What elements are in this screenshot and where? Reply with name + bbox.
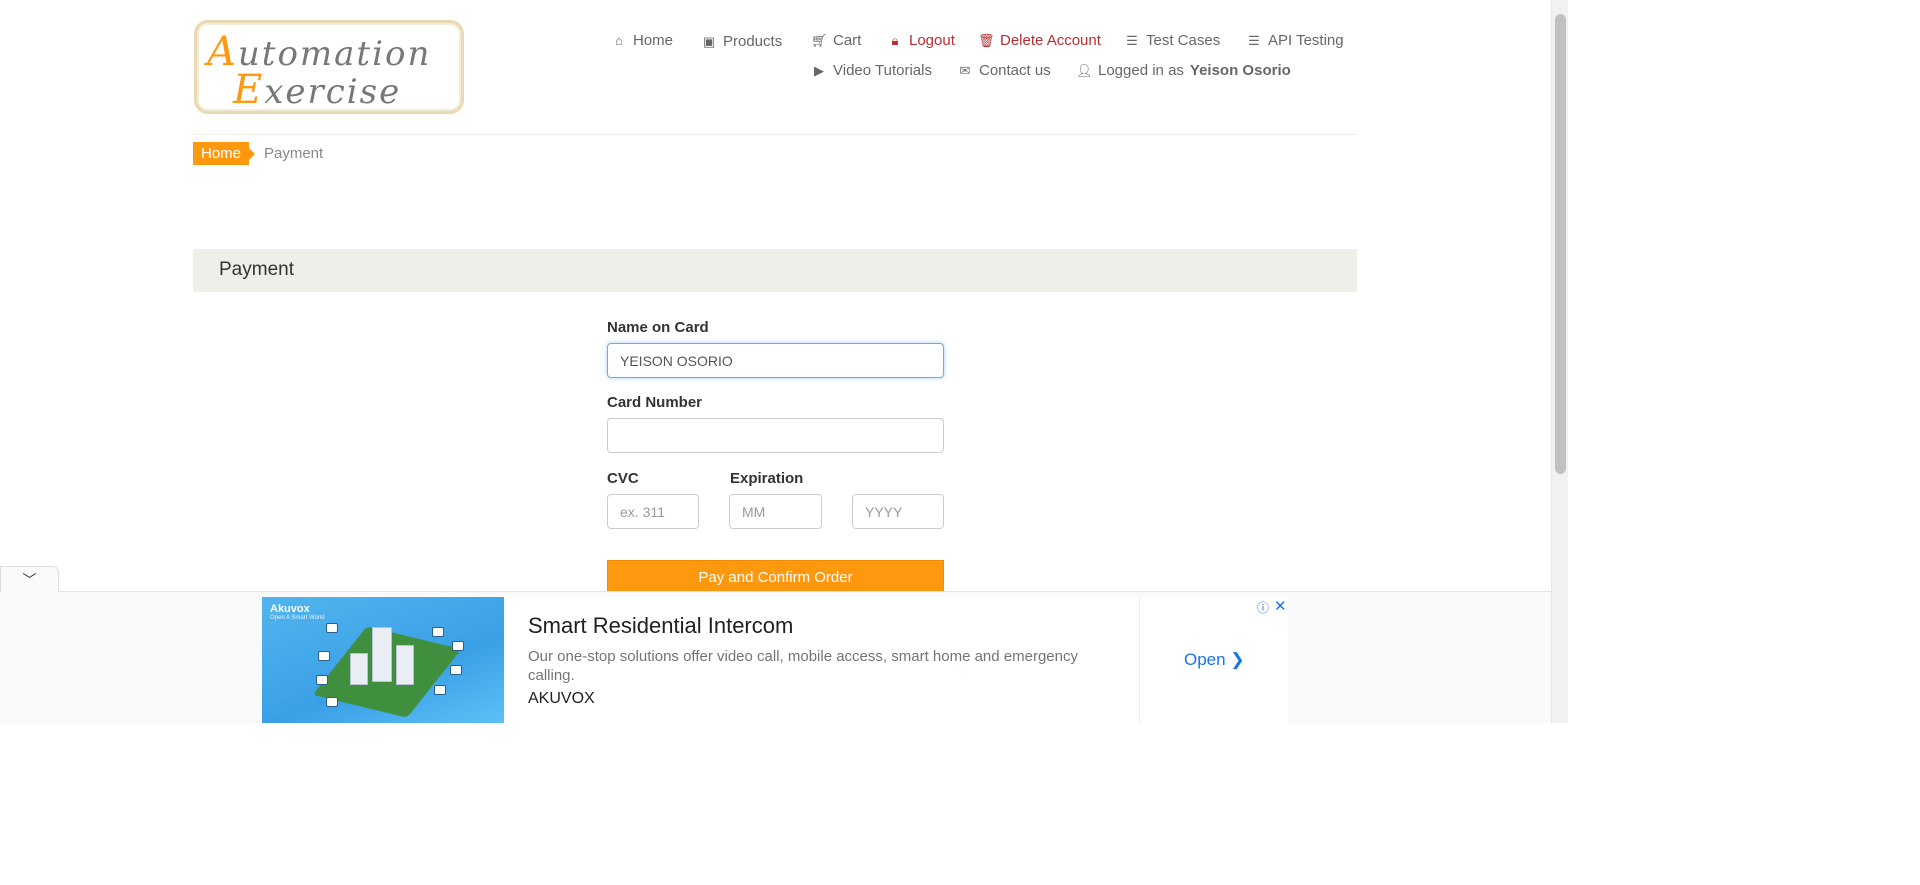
ad-device-icon (452, 641, 464, 651)
card-number-label: Card Number (607, 394, 703, 411)
ad-brand: Akuvox (270, 603, 310, 615)
ad-info-icon[interactable]: ⓘ (1257, 599, 1269, 616)
nav-test-cases[interactable]: ☰ Test Cases (1124, 32, 1220, 49)
ad-device-icon (434, 685, 446, 695)
ad-text-panel[interactable]: Smart Residential Intercom Our one-stop … (504, 597, 1139, 723)
expiry-year-input[interactable] (852, 494, 944, 529)
expiry-month-input[interactable] (729, 494, 822, 529)
home-icon: ⌂ (615, 33, 623, 48)
logged-in-status: 👤︎ Logged in as Yeison Osorio (1076, 62, 1291, 79)
ad-open-button[interactable]: Open ❯ (1184, 650, 1245, 670)
scrollbar-thumb[interactable] (1555, 14, 1566, 474)
ad-brand-tagline: Open A Smart World (270, 615, 325, 621)
breadcrumb-home[interactable]: Home (193, 142, 256, 165)
youtube-icon: ▶ (814, 62, 824, 78)
header-divider (193, 134, 1357, 135)
card-number-input[interactable] (607, 418, 944, 453)
page-scrollbar[interactable] (1551, 0, 1568, 723)
ad-device-icon (450, 665, 462, 675)
trash-icon: 🗑︎ (978, 32, 995, 48)
ad-image[interactable]: Akuvox Open A Smart World (262, 597, 504, 723)
nav-video-tutorials[interactable]: ▶ Video Tutorials (811, 62, 932, 79)
nav-contact-us[interactable]: ✉ Contact us (957, 62, 1051, 79)
nav-home[interactable]: ⌂ Home (611, 32, 673, 49)
nav-api-testing[interactable]: ☰ API Testing (1246, 32, 1343, 49)
cvc-label: CVC (607, 470, 639, 487)
site-logo[interactable]: Automation Exercise (194, 20, 464, 114)
pay-and-confirm-button[interactable]: Pay and Confirm Order (607, 560, 944, 594)
ad-advertiser: AKUVOX (528, 690, 595, 707)
ad-building (350, 653, 368, 685)
nav-logout[interactable]: 🔒︎ Logout (887, 32, 955, 49)
ad-device-icon (318, 651, 330, 661)
name-on-card-input[interactable] (607, 343, 944, 378)
ad-collapse-toggle[interactable]: ﹀ (0, 566, 59, 592)
nav-products[interactable]: ▣ Products (701, 33, 782, 50)
page-title: Payment (219, 259, 294, 280)
ad-device-icon (326, 697, 338, 707)
ad-device-icon (432, 627, 444, 637)
ad-description: Our one-stop solutions offer video call,… (528, 648, 1078, 684)
lock-icon: 🔒︎ (891, 32, 899, 48)
envelope-icon: ✉ (959, 62, 971, 78)
list-icon: ☰ (1248, 32, 1260, 48)
logged-in-username: Yeison Osorio (1189, 62, 1291, 79)
logo-line-2: Exercise (233, 67, 402, 113)
chevron-right-icon: ❯ (1230, 650, 1245, 669)
nav-cart[interactable]: 🛒︎ Cart (811, 32, 861, 49)
briefcase-icon: ▣ (702, 33, 716, 49)
user-icon: 👤︎ (1076, 62, 1093, 78)
ad-building (396, 645, 414, 685)
ad-device-icon (316, 675, 328, 685)
expiration-label: Expiration (730, 470, 804, 487)
list-icon: ☰ (1126, 32, 1138, 48)
breadcrumb-current: Payment (264, 145, 324, 162)
chevron-down-icon: ﹀ (22, 572, 37, 588)
name-on-card-label: Name on Card (607, 319, 709, 336)
payment-heading-bar: Payment (193, 249, 1357, 292)
ad-close-icon[interactable]: ✕ (1274, 597, 1287, 615)
ad-title: Smart Residential Intercom (528, 613, 794, 638)
cart-icon: 🛒︎ (811, 32, 828, 48)
cvc-input[interactable] (607, 494, 699, 529)
ad-building (372, 627, 392, 682)
nav-delete-account[interactable]: 🗑︎ Delete Account (978, 32, 1101, 49)
ad-device-icon (326, 623, 338, 633)
